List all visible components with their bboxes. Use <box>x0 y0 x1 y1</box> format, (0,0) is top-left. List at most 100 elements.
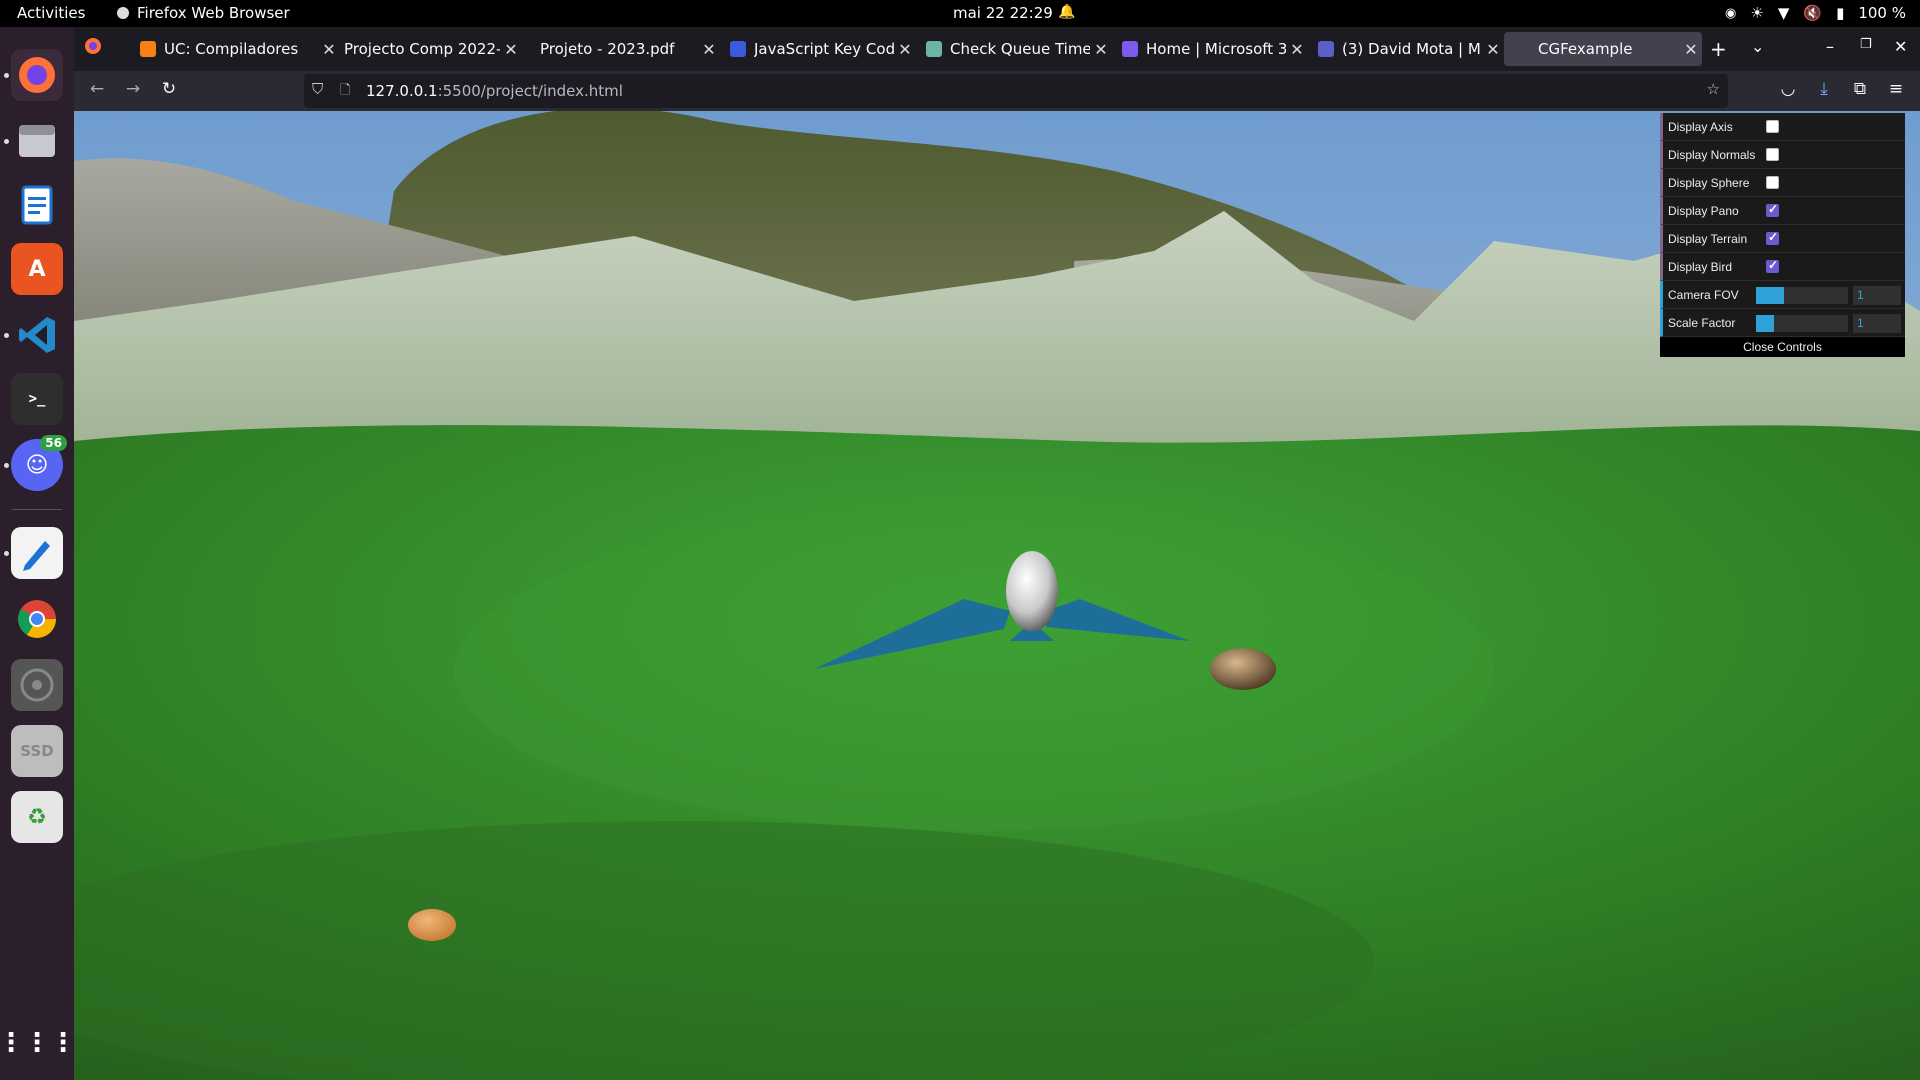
system-tray[interactable]: ◉ ☀ ▼ 🔇 ▮ 100 % <box>1725 4 1906 22</box>
tab-label: Projeto - 2023.pdf <box>540 40 675 58</box>
tab-4[interactable]: Check Queue Time ✕ <box>916 32 1112 66</box>
tab-close-icon[interactable]: ✕ <box>1482 40 1504 59</box>
toggle-row-5[interactable]: Display Bird <box>1660 253 1905 281</box>
toggle-checkbox[interactable] <box>1766 148 1779 161</box>
tab-label: Projecto Comp 2022-2023 <box>344 40 500 58</box>
toggle-label: Display Pano <box>1668 203 1739 218</box>
pocket-icon[interactable]: ◡ <box>1775 79 1801 99</box>
libreoffice-writer-dock-icon[interactable] <box>11 179 63 231</box>
firefox-view-icon[interactable] <box>84 37 102 59</box>
slider-row-0: Camera FOV 1 <box>1660 281 1905 309</box>
slider-fill <box>1756 287 1784 304</box>
tab-close-icon[interactable]: ✕ <box>500 40 522 59</box>
disk-dock-icon[interactable] <box>11 659 63 711</box>
browser-tab-bar: UC: Compiladores✕Projecto Comp 2022-2023… <box>74 27 1920 71</box>
toggle-row-2[interactable]: Display Sphere <box>1660 169 1905 197</box>
running-indicator <box>4 463 9 468</box>
slider-track[interactable] <box>1756 315 1848 332</box>
list-all-tabs-chevron-icon[interactable]: ⌄ <box>1751 37 1764 56</box>
files-dock-icon[interactable] <box>11 115 63 167</box>
bird-body <box>1006 551 1058 631</box>
toggle-checkbox[interactable] <box>1766 176 1779 189</box>
toggle-row-1[interactable]: Display Normals <box>1660 141 1905 169</box>
extensions-icon[interactable]: ⧉ <box>1847 79 1873 99</box>
tab-label: (3) David Mota | Microsoft Teams <box>1342 40 1482 58</box>
toggle-row-0[interactable]: Display Axis <box>1660 113 1905 141</box>
downloads-icon[interactable]: ⤓ <box>1811 79 1837 99</box>
battery-icon: ▮ <box>1836 4 1845 22</box>
url-path: :5500/project/index.html <box>437 82 623 100</box>
slider-track[interactable] <box>1756 287 1848 304</box>
minimize-window-button[interactable]: – <box>1826 37 1834 56</box>
tab-label: UC: Compiladores <box>164 40 299 58</box>
keycode-icon <box>730 41 746 57</box>
toggle-label: Display Axis <box>1668 119 1733 134</box>
new-tab-button[interactable]: + <box>1710 37 1727 61</box>
toggle-checkbox[interactable] <box>1766 120 1779 133</box>
tab-close-icon[interactable]: ✕ <box>1680 40 1702 59</box>
slider-value-input[interactable]: 1 <box>1853 314 1901 333</box>
back-arrow-icon[interactable]: ← <box>84 79 110 99</box>
browser-nav-bar: ← → ↻ ⛉ 🗋 127.0.0.1:5500/project/index.h… <box>74 71 1920 111</box>
tab-close-icon[interactable]: ✕ <box>1090 40 1112 59</box>
brightness-icon: ☀ <box>1750 4 1764 22</box>
activities-button[interactable]: Activities <box>17 4 85 22</box>
tab-6[interactable]: (3) David Mota | Microsoft Teams✕ <box>1308 32 1504 66</box>
toggle-row-3[interactable]: Display Pano <box>1660 197 1905 225</box>
discord-tray-icon[interactable]: ◉ <box>1725 6 1736 21</box>
chrome-dock-icon[interactable] <box>11 593 63 645</box>
toggle-checkbox[interactable] <box>1766 258 1779 273</box>
tab-3[interactable]: JavaScript Key Code ✕ <box>720 32 916 66</box>
discord-dock-icon[interactable]: ☺ 56 <box>11 435 67 491</box>
toggle-checkbox[interactable] <box>1766 230 1779 245</box>
toggle-label: Display Normals <box>1668 147 1756 162</box>
tab-close-icon[interactable]: ✕ <box>894 40 916 59</box>
dock-separator <box>12 509 62 510</box>
trash-dock-icon[interactable]: ♻ <box>11 791 63 843</box>
text-editor-dock-icon[interactable] <box>11 527 63 579</box>
battery-percent: 100 % <box>1858 4 1906 22</box>
tab-0[interactable]: UC: Compiladores ✕ <box>130 32 340 66</box>
webgl-canvas[interactable] <box>74 111 1920 1080</box>
clock[interactable]: mai 22 22:29 <box>953 4 1053 22</box>
url-text[interactable]: 127.0.0.1:5500/project/index.html <box>366 82 623 100</box>
queue-icon <box>926 41 942 57</box>
notification-bell-icon[interactable]: 🔔 <box>1058 4 1075 20</box>
tab-1[interactable]: Projecto Comp 2022-2023✕ <box>326 32 522 66</box>
firefox-dock-icon[interactable] <box>11 49 63 101</box>
tab-2[interactable]: Projeto - 2023.pdf ✕ <box>522 32 720 66</box>
bird-right-wing <box>1046 599 1190 641</box>
terminal-dock-icon[interactable]: >_ <box>11 373 63 425</box>
reload-icon[interactable]: ↻ <box>156 79 182 99</box>
tracking-protection-shield-icon[interactable]: ⛉ <box>312 80 323 98</box>
running-indicator <box>4 333 9 338</box>
slider-label: Camera FOV <box>1668 287 1739 302</box>
forward-arrow-icon[interactable]: → <box>120 79 146 99</box>
page-info-icon[interactable]: 🗋 <box>340 81 350 103</box>
toggle-checkbox[interactable] <box>1766 202 1779 217</box>
ssd-label: SSD <box>20 742 54 760</box>
restore-window-button[interactable]: ❐ <box>1860 37 1872 52</box>
show-apps-grid-icon[interactable]: ⋮⋮⋮ <box>0 1017 76 1069</box>
app-center-dock-icon[interactable]: A <box>11 243 63 295</box>
running-indicator <box>4 139 9 144</box>
egg-speckled <box>1210 648 1276 690</box>
close-controls-button[interactable]: Close Controls <box>1660 337 1905 357</box>
toggle-label: Display Terrain <box>1668 231 1748 246</box>
close-window-button[interactable]: ✕ <box>1894 37 1907 56</box>
toggle-row-4[interactable]: Display Terrain <box>1660 225 1905 253</box>
vscode-dock-icon[interactable] <box>11 309 63 361</box>
bookmark-star-icon[interactable]: ☆ <box>1707 80 1720 98</box>
focused-app-menu[interactable]: Firefox Web Browser <box>116 4 290 22</box>
running-indicator <box>4 73 9 78</box>
tab-5[interactable]: Home | Microsoft 365✕ <box>1112 32 1308 66</box>
tab-7[interactable]: CGFexample ✕ <box>1504 32 1702 66</box>
url-bar[interactable]: ⛉ 🗋 127.0.0.1:5500/project/index.html ☆ <box>304 74 1728 108</box>
ssd-drive-dock-icon[interactable]: SSD <box>11 725 63 777</box>
tab-close-icon[interactable]: ✕ <box>1286 40 1308 59</box>
teams-icon <box>1318 41 1334 57</box>
hamburger-menu-icon[interactable]: ≡ <box>1883 79 1909 99</box>
slider-value-input[interactable]: 1 <box>1853 286 1901 305</box>
moodle-icon <box>140 41 156 57</box>
tab-close-icon[interactable]: ✕ <box>698 40 720 59</box>
